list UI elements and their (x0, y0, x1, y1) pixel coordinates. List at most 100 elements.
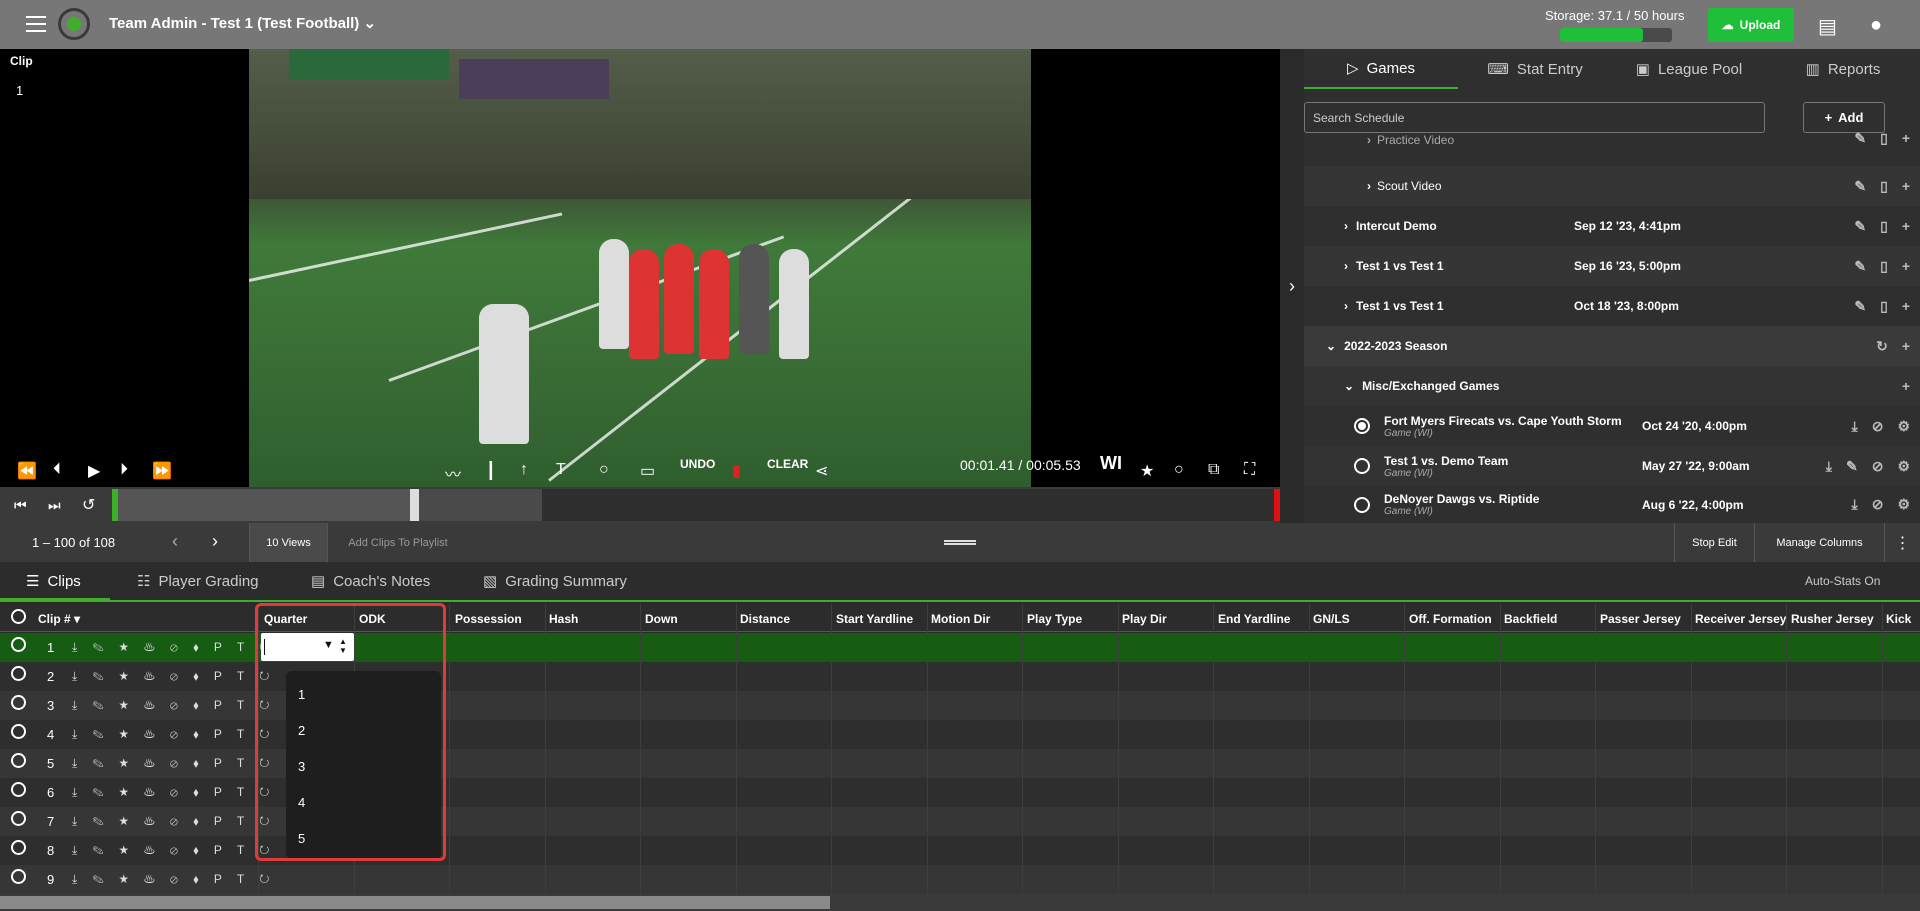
play-icon[interactable]: ▶ (88, 461, 100, 481)
schedule-row[interactable]: › Scout Video ✎ ▯ + (1304, 166, 1920, 206)
game-row[interactable]: DeNoyer Dawgs vs. Riptide Game (WI) Aug 6 … (1304, 486, 1920, 523)
col-distance[interactable]: Distance (740, 612, 790, 626)
wi-label[interactable]: WI (1100, 453, 1122, 474)
manage-columns-button[interactable]: Manage Columns (1754, 523, 1884, 562)
schedule-row[interactable]: › Practice Video ✎ ▯ + (1304, 125, 1920, 147)
tab-coachs-notes[interactable]: ▤ Coach's Notes (311, 572, 430, 591)
tab-stat-entry[interactable]: ⌨ Stat Entry (1458, 49, 1612, 89)
keyboard-icon: ⌨ (1487, 61, 1509, 78)
delete-icon[interactable]: ▮ (732, 461, 741, 481)
col-clip-num[interactable]: Clip # ▾ (38, 612, 80, 626)
col-hash[interactable]: Hash (549, 612, 578, 626)
row-radio[interactable] (11, 811, 26, 826)
row-radio[interactable] (11, 724, 26, 739)
edit-icon: ✎ (1845, 457, 1858, 474)
col-play-type[interactable]: Play Type (1027, 612, 1082, 626)
col-kick[interactable]: Kick (1886, 612, 1911, 626)
step-back-icon[interactable]: ⏴ (53, 461, 61, 479)
col-gn-ls[interactable]: GN/LS (1313, 612, 1350, 626)
team-selector[interactable]: Team Admin - Test 1 (Test Football) ⌄ (109, 14, 376, 32)
row-radio[interactable] (11, 753, 26, 768)
star-icon[interactable]: ★ (1140, 461, 1154, 481)
gear-icon: ⚙ (1897, 457, 1910, 474)
drag-handle[interactable] (944, 540, 976, 545)
line-tool-icon[interactable]: ┃ (486, 461, 496, 481)
auto-stats-toggle[interactable]: Auto-Stats On (1805, 574, 1880, 588)
freehand-icon[interactable]: 〰 (445, 461, 461, 485)
logo[interactable] (58, 8, 90, 40)
account-icon[interactable]: ● (1870, 14, 1882, 37)
col-rusher-jersey[interactable]: Rusher Jersey (1791, 612, 1874, 626)
row-radio[interactable] (11, 840, 26, 855)
tab-games[interactable]: ▷ Games (1304, 49, 1458, 89)
replay-icon[interactable]: ↺ (82, 495, 95, 515)
col-backfield[interactable]: Backfield (1504, 612, 1557, 626)
plus-icon: + (1901, 297, 1910, 314)
row-radio[interactable] (11, 869, 26, 884)
schedule-row[interactable]: › Test 1 vs Test 1 Sep 16 '23, 5:00pm ✎ ▯ + (1304, 246, 1920, 286)
game-row[interactable]: Fort Myers Firecats vs. Cape Youth Storm… (1304, 406, 1920, 446)
hide-icon: ⊘ (1871, 457, 1884, 474)
game-row[interactable]: Test 1 vs. Demo Team Game (WI) May 27 '22,… (1304, 446, 1920, 486)
col-possession[interactable]: Possession (455, 612, 522, 626)
comment-tool-icon[interactable]: ▭ (640, 461, 655, 481)
views-button[interactable]: 10 Views (249, 523, 327, 562)
tab-clips[interactable]: ☰ Clips (26, 572, 81, 591)
menu-icon[interactable] (26, 16, 46, 32)
col-motion-dir[interactable]: Motion Dir (931, 612, 990, 626)
row-radio[interactable] (11, 666, 26, 681)
table-row[interactable]: 9 ⤓ ✎ ★ ♨ ⊘ ⬧ P T ↻ (0, 865, 1920, 894)
tab-league-pool[interactable]: ▣ League Pool (1612, 49, 1766, 89)
t-tool-icon[interactable]: T (556, 461, 566, 479)
skip-start-icon[interactable]: ⏮ (14, 497, 27, 514)
plus-icon: + (1901, 130, 1910, 146)
tab-reports[interactable]: ▥ Reports (1766, 49, 1920, 89)
col-off-formation[interactable]: Off. Formation (1409, 612, 1492, 626)
chevron-right-icon[interactable]: › (1280, 49, 1304, 523)
schedule-row[interactable]: › Test 1 vs Test 1 Oct 18 '23, 8:00pm ✎ ▯ + (1304, 286, 1920, 326)
circle-icon[interactable]: ○ (1174, 461, 1184, 479)
undo-button[interactable]: UNDO (680, 457, 715, 471)
season-row[interactable]: ⌄ 2022-2023 Season ↻ + (1304, 326, 1920, 366)
circle-tool-icon[interactable]: ○ (599, 461, 609, 479)
skip-end-icon[interactable]: ⏭ (48, 497, 61, 514)
plus-icon: + (1824, 110, 1833, 125)
row-radio[interactable] (11, 782, 26, 797)
select-all-radio[interactable] (11, 609, 26, 624)
rewind-icon[interactable]: ⏪ (17, 461, 37, 481)
tab-player-grading[interactable]: ☷ Player Grading (137, 572, 259, 591)
video-player[interactable]: Clip 1 ⏪ ⏴ ▶ ⏵ ⏩ 〰 ┃ ↑ T ○ ▭ UNDO ▮ CLEA… (0, 49, 1280, 487)
row-radio[interactable] (11, 637, 26, 652)
arrow-tool-icon[interactable]: ↑ (520, 461, 528, 479)
schedule-row[interactable]: › Intercut Demo Sep 12 '23, 4:41pm ✎ ▯ + (1304, 206, 1920, 246)
playhead[interactable] (410, 489, 419, 521)
row-radio[interactable] (11, 695, 26, 710)
timeline[interactable]: ⏮ ⏭ ↺ (0, 487, 1280, 523)
col-end-yardline[interactable]: End Yardline (1218, 612, 1290, 626)
picture-settings-icon[interactable]: ⧉ (1208, 461, 1219, 479)
fast-forward-icon[interactable]: ⏩ (152, 461, 172, 481)
next-page-icon[interactable]: › (212, 531, 218, 552)
col-passer-jersey[interactable]: Passer Jersey (1600, 612, 1681, 626)
col-play-dir[interactable]: Play Dir (1122, 612, 1167, 626)
radio[interactable] (1354, 458, 1370, 474)
stop-edit-button[interactable]: Stop Edit (1674, 523, 1754, 562)
col-down[interactable]: Down (645, 612, 678, 626)
prev-page-icon[interactable]: ‹ (172, 531, 178, 552)
step-forward-icon[interactable]: ⏵ (120, 461, 128, 479)
col-start-yardline[interactable]: Start Yardline (836, 612, 913, 626)
clear-button[interactable]: CLEAR (767, 457, 808, 471)
add-clips-to-playlist-button[interactable]: Add Clips To Playlist (327, 523, 468, 562)
share-icon[interactable]: ⋖ (815, 461, 828, 481)
upload-button[interactable]: ☁ Upload (1708, 8, 1794, 42)
horizontal-scrollbar[interactable] (0, 894, 1920, 911)
folder-row[interactable]: ⌄ Misc/Exchanged Games + (1304, 366, 1920, 406)
video-frame[interactable] (249, 49, 1031, 487)
messages-icon[interactable]: ▤ (1818, 14, 1837, 39)
fullscreen-icon[interactable]: ⛶ (1244, 461, 1255, 479)
col-receiver-jersey[interactable]: Receiver Jersey (1695, 612, 1786, 626)
more-vert-icon[interactable]: ⋮ (1884, 523, 1920, 562)
radio-selected[interactable] (1354, 418, 1370, 434)
radio[interactable] (1354, 496, 1370, 513)
tab-grading-summary[interactable]: ▧ Grading Summary (483, 572, 627, 591)
